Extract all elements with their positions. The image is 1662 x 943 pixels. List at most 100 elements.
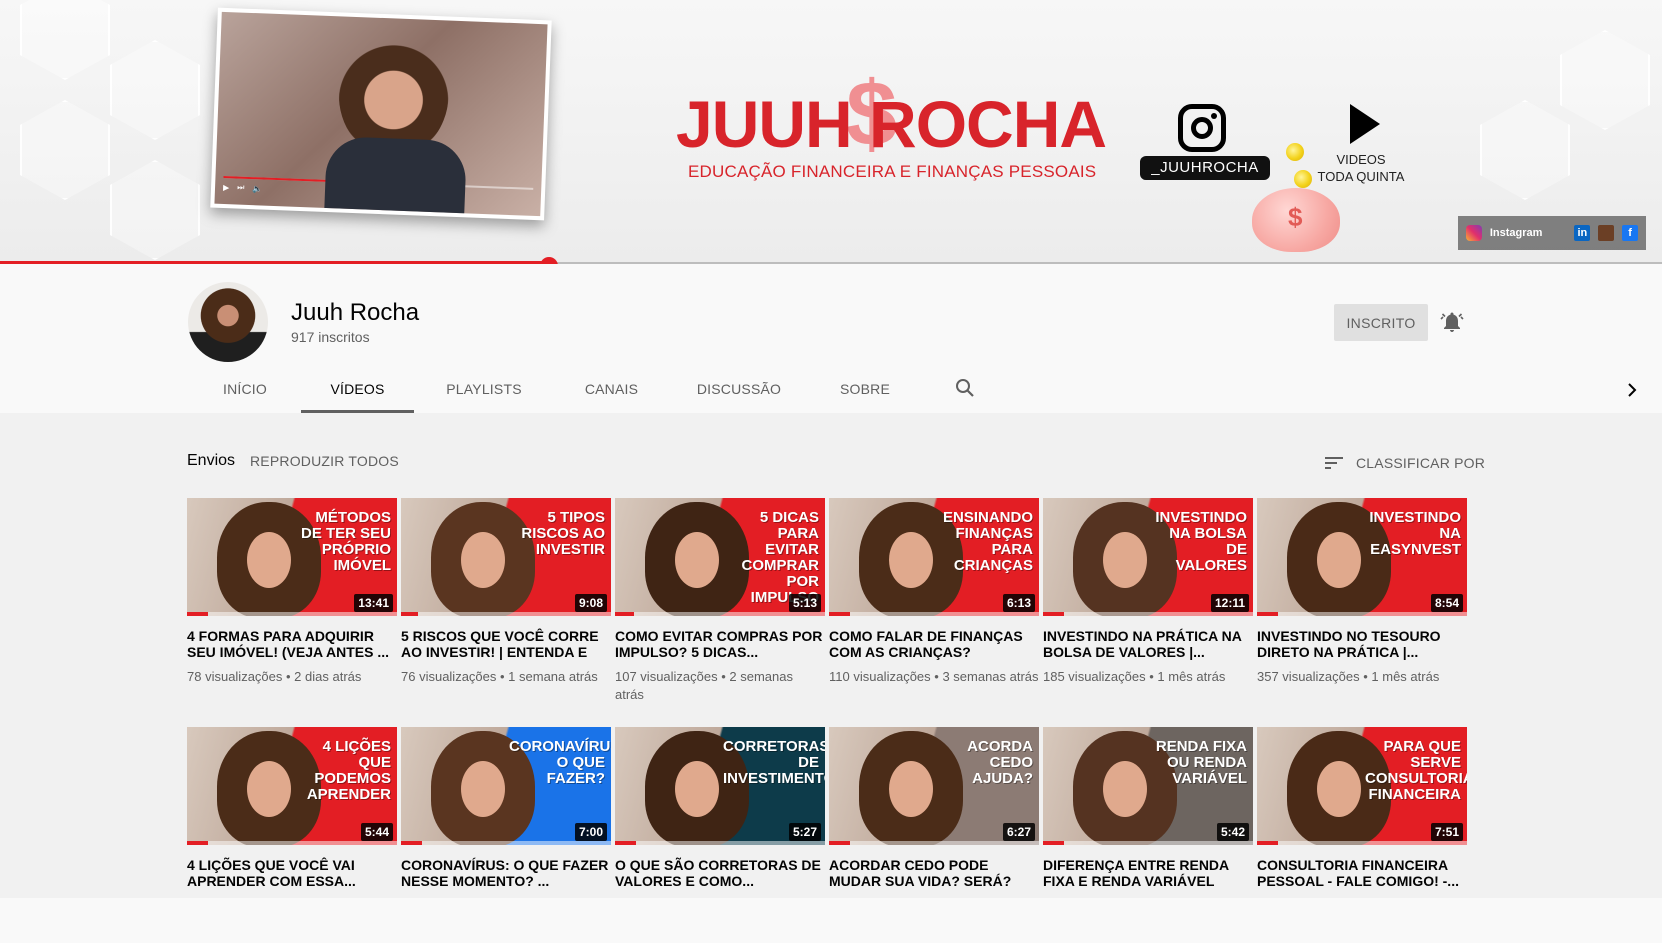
coin-icon bbox=[1286, 143, 1304, 161]
video-title[interactable]: DIFERENÇA ENTRE RENDA FIXA E RENDA VARIÁ… bbox=[1043, 857, 1253, 889]
video-title[interactable]: CONSULTORIA FINANCEIRA PESSOAL - FALE CO… bbox=[1257, 857, 1467, 889]
sort-button[interactable]: CLASSIFICAR POR bbox=[1322, 451, 1485, 475]
video-title[interactable]: O QUE SÃO CORRETORAS DE VALORES E COMO..… bbox=[615, 857, 825, 889]
chevron-right-icon[interactable] bbox=[1620, 378, 1644, 402]
thumbnail-text: 5 dicas para evitar comprar por impulso bbox=[741, 509, 820, 606]
play-icon-small: ▶ bbox=[222, 182, 230, 192]
linkedin-icon[interactable]: in bbox=[1574, 225, 1591, 241]
video-thumbnail[interactable]: Para que serve consultoria financeira 7:… bbox=[1257, 727, 1467, 845]
instagram-icon bbox=[1178, 104, 1226, 152]
thumbnail-text: Para que serve consultoria financeira bbox=[1365, 738, 1467, 803]
watch-progress-track bbox=[1043, 841, 1253, 845]
video-meta: 357 visualizações • 1 mês atrás bbox=[1257, 668, 1467, 686]
video-title[interactable]: 4 FORMAS PARA ADQUIRIR SEU IMÓVEL! (Veja… bbox=[187, 628, 397, 660]
video-card[interactable]: Renda fixa ou renda variável 5:42 DIFERE… bbox=[1043, 727, 1253, 943]
video-card[interactable]: Corretoras de investimento 5:27 O QUE SÃ… bbox=[615, 727, 825, 943]
video-title[interactable]: CORONAVÍRUS: O QUE FAZER NESSE MOMENTO? … bbox=[401, 857, 611, 889]
avatar-link-icon[interactable] bbox=[1598, 225, 1615, 241]
thumbnail-text: 4 lições que podemos aprender bbox=[306, 738, 391, 803]
watch-progress-bar bbox=[615, 841, 636, 845]
tab-playlists[interactable]: Playlists bbox=[414, 365, 554, 413]
watch-progress-track bbox=[1257, 841, 1467, 845]
tab-sobre[interactable]: Sobre bbox=[809, 365, 921, 413]
notification-bell-icon[interactable] bbox=[1440, 310, 1464, 334]
video-thumbnail[interactable]: Corretoras de investimento 5:27 bbox=[615, 727, 825, 845]
video-card[interactable]: Métodos de ter seu próprio imóvel 13:41 … bbox=[187, 498, 397, 714]
video-duration: 7:00 bbox=[574, 823, 607, 841]
video-duration: 5:44 bbox=[360, 823, 393, 841]
watch-progress-track bbox=[1257, 612, 1467, 616]
video-views: 185 visualizações bbox=[1043, 669, 1146, 684]
play-all-button[interactable]: REPRODUZIR TODOS bbox=[250, 453, 399, 469]
instagram-link-label[interactable]: Instagram bbox=[1490, 227, 1543, 239]
watch-progress-track bbox=[401, 841, 611, 845]
video-card[interactable]: Coronavírus o que fazer? 7:00 CORONAVÍRU… bbox=[401, 727, 611, 943]
video-duration: 5:27 bbox=[788, 823, 821, 841]
video-thumbnail[interactable]: Ensinando finanças para crianças 6:13 bbox=[829, 498, 1039, 616]
uploads-section-title: Envios bbox=[187, 452, 236, 469]
play-icon bbox=[1350, 104, 1380, 144]
watch-progress-track bbox=[615, 612, 825, 616]
watch-progress-bar bbox=[829, 841, 850, 845]
video-thumbnail[interactable]: Renda fixa ou renda variável 5:42 bbox=[1043, 727, 1253, 845]
video-title[interactable]: INVESTINDO NO TESOURO DIRETO NA PRÁTICA … bbox=[1257, 628, 1467, 660]
video-thumbnail[interactable]: Investindo na Easynvest 8:54 bbox=[1257, 498, 1467, 616]
thumbnail-text: Ensinando finanças para crianças bbox=[942, 509, 1033, 574]
video-card[interactable]: Para que serve consultoria financeira 7:… bbox=[1257, 727, 1467, 943]
video-duration: 6:27 bbox=[1002, 823, 1035, 841]
banner-hex-decoration bbox=[1480, 100, 1570, 200]
watch-progress-track bbox=[187, 841, 397, 845]
tab-inicio[interactable]: Início bbox=[189, 365, 301, 413]
video-views: 110 visualizações bbox=[829, 669, 931, 684]
video-title[interactable]: ACORDAR CEDO PODE MUDAR SUA VIDA? Será? bbox=[829, 857, 1039, 889]
video-thumbnail[interactable]: 5 dicas para evitar comprar por impulso … bbox=[615, 498, 825, 616]
meta-separator: • bbox=[1145, 669, 1158, 684]
video-title[interactable]: 4 LIÇÕES QUE VOCÊ VAI APRENDER COM ESSA.… bbox=[187, 857, 397, 889]
video-card[interactable]: Investindo na bolsa de valores 12:11 INV… bbox=[1043, 498, 1253, 714]
watch-progress-bar bbox=[1257, 612, 1278, 616]
video-thumbnail[interactable]: Investindo na bolsa de valores 12:11 bbox=[1043, 498, 1253, 616]
video-card[interactable]: Acorda cedo ajuda? 6:27 ACORDAR CEDO POD… bbox=[829, 727, 1039, 943]
thumbnail-text: Métodos de ter seu próprio imóvel bbox=[300, 509, 391, 574]
videos-schedule-line1: VIDEOS bbox=[1336, 152, 1386, 167]
video-title[interactable]: INVESTINDO NA PRÁTICA NA BOLSA DE VALORE… bbox=[1043, 628, 1253, 660]
subscribed-button[interactable]: INSCRITO bbox=[1334, 304, 1428, 341]
video-meta: 78 visualizações • 2 dias atrás bbox=[187, 668, 397, 686]
watch-progress-bar bbox=[829, 612, 850, 616]
video-card[interactable]: 5 dicas para evitar comprar por impulso … bbox=[615, 498, 825, 714]
video-duration: 12:11 bbox=[1210, 594, 1249, 612]
next-icon-small: ⏭ bbox=[237, 182, 245, 192]
thumbnail-text: Corretoras de investimento bbox=[723, 738, 825, 787]
video-card[interactable]: Ensinando finanças para crianças 6:13 CO… bbox=[829, 498, 1039, 714]
video-thumbnail[interactable]: 4 lições que podemos aprender 5:44 bbox=[187, 727, 397, 845]
video-thumbnail[interactable]: Coronavírus o que fazer? 7:00 bbox=[401, 727, 611, 845]
banner-hex-decoration bbox=[20, 100, 110, 200]
video-age: 3 semanas atrás bbox=[942, 669, 1039, 684]
watch-progress-bar bbox=[615, 612, 634, 616]
channel-avatar[interactable] bbox=[188, 282, 268, 362]
videos-content: Envios REPRODUZIR TODOS CLASSIFICAR POR … bbox=[0, 413, 1662, 898]
watch-progress-bar bbox=[1043, 841, 1064, 845]
search-icon[interactable] bbox=[953, 376, 977, 400]
video-card[interactable]: Investindo na Easynvest 8:54 INVESTINDO … bbox=[1257, 498, 1467, 714]
video-title[interactable]: 5 RISCOS QUE VOCÊ CORRE AO INVESTIR! | E… bbox=[401, 628, 611, 660]
tab-videos[interactable]: Vídeos bbox=[301, 365, 414, 413]
video-meta: 107 visualizações • 2 semanas atrás bbox=[615, 668, 825, 704]
video-card[interactable]: 4 lições que podemos aprender 5:44 4 LIÇ… bbox=[187, 727, 397, 943]
video-title[interactable]: COMO FALAR DE FINANÇAS COM AS CRIANÇAS? bbox=[829, 628, 1039, 660]
video-thumbnail[interactable]: 5 tipos riscos ao investir 9:08 bbox=[401, 498, 611, 616]
meta-separator: • bbox=[930, 669, 943, 684]
thumbnail-text: Coronavírus o que fazer? bbox=[509, 738, 611, 787]
banner-hex-decoration bbox=[20, 0, 110, 80]
watch-progress-track bbox=[401, 612, 611, 616]
banner-logo-title: JUUH ROCHA bbox=[676, 87, 1107, 161]
video-title[interactable]: COMO EVITAR COMPRAS POR IMPULSO? 5 DICAS… bbox=[615, 628, 825, 660]
instagram-icon[interactable] bbox=[1466, 225, 1482, 241]
facebook-icon[interactable]: f bbox=[1622, 225, 1639, 241]
channel-tabs: Início Vídeos Playlists Canais Discussão… bbox=[189, 365, 921, 413]
video-thumbnail[interactable]: Métodos de ter seu próprio imóvel 13:41 bbox=[187, 498, 397, 616]
video-card[interactable]: 5 tipos riscos ao investir 9:08 5 RISCOS… bbox=[401, 498, 611, 714]
tab-discussao[interactable]: Discussão bbox=[669, 365, 809, 413]
tab-canais[interactable]: Canais bbox=[554, 365, 669, 413]
video-thumbnail[interactable]: Acorda cedo ajuda? 6:27 bbox=[829, 727, 1039, 845]
